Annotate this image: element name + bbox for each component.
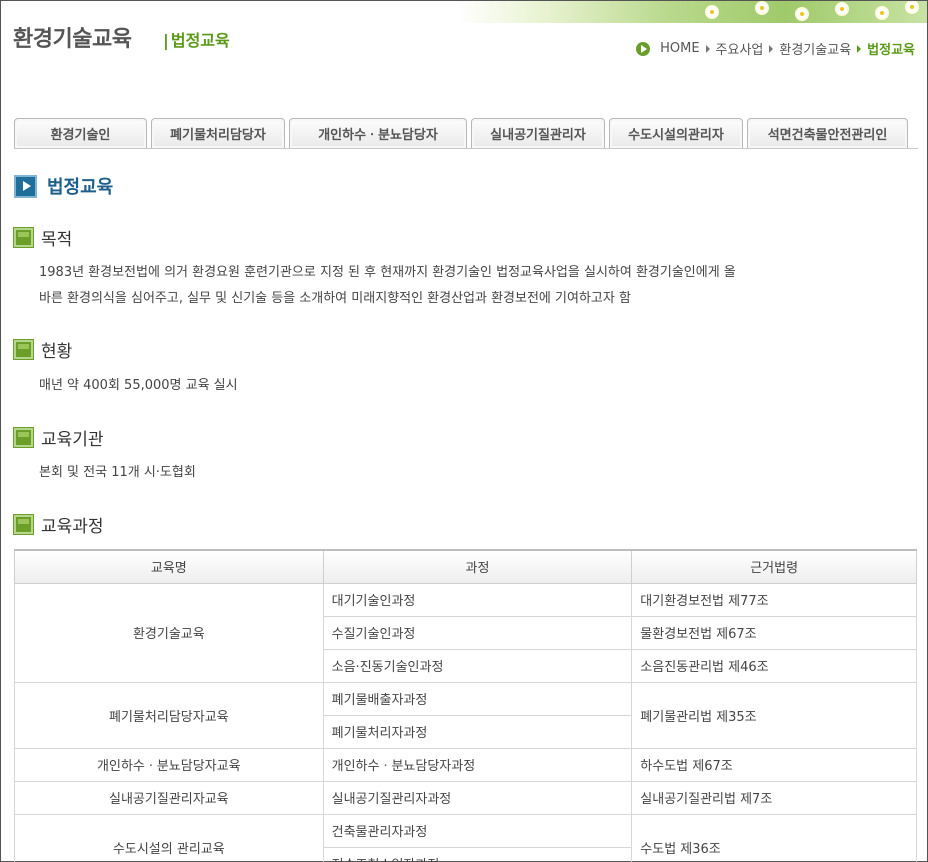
purpose-line-1: 1983년 환경보전법에 의거 환경요원 훈련기관으로 지정 된 후 현재까지 … (39, 265, 736, 280)
program-name: 환경기술교육 (14, 582, 324, 683)
purpose-line-2: 바른 환경의식을 심어주고, 실무 및 신기술 등을 소개하여 미래지향적인 환… (39, 291, 631, 306)
table-row: 환경기술교육 대기기술인과정 대기환경보전법 제77조 (14, 582, 917, 683)
program-name: 수도시설의 관리교육 (14, 813, 324, 862)
course-name: 소음·진동기술인과정 (322, 648, 633, 683)
purpose-heading: 목적 (14, 225, 72, 250)
program-name: 실내공기질관리자교육 (14, 780, 324, 815)
course-table: 교육명 과정 근거법령 환경기술교육 대기기술인과정 대기환경보전법 제77조 … (14, 549, 917, 862)
course-name: 수질기술인과정 (322, 615, 633, 650)
breadcrumb-current: 법정교육 (867, 43, 915, 58)
table-row: 폐기물처리담당자교육 폐기물배출자과정 폐기물관리법 제35조 (14, 681, 917, 749)
course-name: 저수조청소업자과정 (322, 846, 633, 862)
square-bullet-icon (14, 428, 33, 447)
institution-heading: 교육기관 (14, 425, 104, 450)
tab-water-facility-manager[interactable]: 수도시설의관리자 (609, 118, 743, 148)
courses-heading: 교육과정 (14, 512, 104, 537)
main-section-heading: 법정교육 (14, 173, 113, 199)
purpose-title: 목적 (41, 230, 73, 250)
legal-basis: 소음진동관리법 제46조 (631, 648, 917, 683)
chevron-right-icon (769, 44, 774, 53)
course-name: 폐기물처리자과정 (322, 714, 633, 749)
breadcrumb: HOME 주요사업 환경기술교육 법정교육 (636, 39, 915, 58)
home-icon (636, 41, 651, 56)
legal-basis: 하수도법 제67조 (631, 747, 917, 782)
institution-text: 본회 및 전국 11개 시·도협회 (39, 465, 196, 480)
course-name: 개인하수ㆍ분뇨담당자과정 (322, 747, 633, 782)
program-name: 폐기물처리담당자교육 (14, 681, 324, 749)
course-name: 건축물관리자과정 (322, 813, 633, 848)
square-bullet-icon (14, 515, 33, 534)
main-section-title: 법정교육 (47, 177, 114, 198)
legal-basis: 실내공기질관리법 제7조 (631, 780, 917, 815)
courses-title: 교육과정 (41, 517, 104, 537)
page-subtitle: | 법정교육 (163, 31, 230, 50)
legal-basis: 폐기물관리법 제35조 (631, 681, 917, 749)
breadcrumb-level1[interactable]: 주요사업 (716, 39, 764, 58)
legal-basis: 수도법 제36조 (631, 813, 917, 862)
breadcrumb-level2[interactable]: 환경기술교육 (779, 39, 851, 58)
tab-asbestos-manager[interactable]: 석면건축물안전관리인 (747, 118, 908, 148)
tab-indoor-air-manager[interactable]: 실내공기질관리자 (471, 118, 605, 148)
institution-title: 교육기관 (41, 430, 104, 450)
status-heading: 현황 (14, 337, 72, 362)
page-subtitle-text: 법정교육 (170, 31, 230, 50)
square-bullet-icon (14, 340, 33, 359)
course-name: 폐기물배출자과정 (322, 681, 633, 716)
column-header: 과정 (322, 549, 633, 584)
tab-environmental-engineer[interactable]: 환경기술인 (14, 118, 147, 148)
column-header: 근거법령 (631, 549, 917, 584)
status-title: 현황 (41, 342, 73, 362)
status-text: 매년 약 400회 55,000명 교육 실시 (39, 378, 238, 393)
table-row: 수도시설의 관리교육 건축물관리자과정 수도법 제36조 (14, 813, 917, 862)
purpose-text: 1983년 환경보전법에 의거 환경요원 훈련기관으로 지정 된 후 현재까지 … (39, 260, 911, 312)
legal-basis: 물환경보전법 제67조 (631, 615, 917, 650)
table-header-row: 교육명 과정 근거법령 (14, 549, 917, 584)
play-icon (14, 174, 37, 198)
chevron-right-icon (857, 44, 862, 53)
table-row: 개인하수ㆍ분뇨담당자교육 개인하수ㆍ분뇨담당자과정 하수도법 제67조 (14, 747, 917, 782)
square-bullet-icon (14, 228, 33, 247)
column-header: 교육명 (14, 549, 324, 584)
chevron-right-icon (705, 44, 710, 53)
table-row: 실내공기질관리자교육 실내공기질관리자과정 실내공기질관리법 제7조 (14, 780, 917, 815)
tab-sewage-manager[interactable]: 개인하수ㆍ분뇨담당자 (289, 118, 467, 148)
page-title: 환경기술교육 (13, 27, 132, 52)
course-name: 대기기술인과정 (322, 582, 633, 617)
header-banner-image (457, 1, 927, 23)
tab-waste-manager[interactable]: 폐기물처리담당자 (151, 118, 285, 148)
legal-basis: 대기환경보전법 제77조 (631, 582, 917, 617)
tab-bar: 환경기술인 폐기물처리담당자 개인하수ㆍ분뇨담당자 실내공기질관리자 수도시설의… (14, 118, 918, 149)
program-name: 개인하수ㆍ분뇨담당자교육 (14, 747, 324, 782)
course-name: 실내공기질관리자과정 (322, 780, 633, 815)
breadcrumb-home[interactable]: HOME (660, 41, 699, 56)
